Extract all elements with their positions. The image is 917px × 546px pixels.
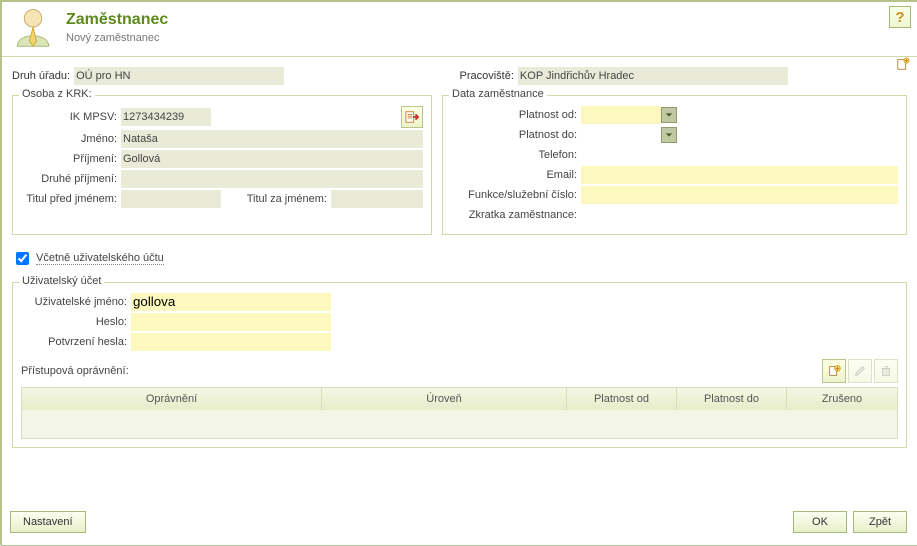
platnost-do-label: Platnost do: (451, 129, 581, 141)
email-input[interactable] (581, 166, 898, 184)
nastaveni-button[interactable]: Nastavení (10, 511, 86, 533)
potvrzeni-hesla-input[interactable] (131, 333, 331, 351)
platnost-do-input[interactable] (581, 126, 661, 144)
ok-button[interactable]: OK (793, 511, 847, 533)
funkce-label: Funkce/služební číslo: (451, 189, 581, 201)
col-opravneni: Oprávnění (22, 388, 322, 410)
col-platnost-do: Platnost do (677, 388, 787, 410)
pracoviste-value: KOP Jindřichův Hradec (518, 67, 788, 85)
platnost-do-dropdown[interactable] (661, 127, 677, 143)
uzivatelsky-ucet-legend: Uživatelský účet (19, 275, 104, 287)
titul-pred-label: Titul před jménem: (21, 193, 121, 205)
heslo-input[interactable] (131, 313, 331, 331)
osoba-krk-group: Osoba z KRK: IK MPSV: 1273434239 Jméno: … (12, 95, 432, 235)
pristup-opravneni-label: Přístupová oprávnění: (21, 365, 129, 377)
perm-delete-button[interactable] (874, 359, 898, 383)
perm-edit-button[interactable] (848, 359, 872, 383)
platnost-od-dropdown[interactable] (661, 107, 677, 123)
jmeno-label: Jméno: (21, 133, 121, 145)
titul-za-label: Titul za jménem: (221, 193, 331, 205)
footer: Nastavení OK Zpět (0, 503, 917, 545)
permissions-table[interactable]: Oprávnění Úroveň Platnost od Platnost do… (21, 387, 898, 439)
prijmeni-label: Příjmení: (21, 153, 121, 165)
platnost-od-label: Platnost od: (451, 109, 581, 121)
uzivatelsky-ucet-group: Uživatelský účet Uživatelské jméno: Hesl… (12, 282, 907, 448)
osoba-krk-legend: Osoba z KRK: (19, 88, 95, 100)
druh-uradu-label: Druh úřadu: (12, 70, 70, 82)
platnost-od-input[interactable] (581, 106, 661, 124)
druh-uradu-value: OÚ pro HN (74, 67, 284, 85)
data-zamestnance-legend: Data zaměstnance (449, 88, 547, 100)
jmeno-value: Nataša (121, 130, 423, 148)
telefon-label: Telefon: (451, 149, 581, 161)
include-account-label[interactable]: Včetně uživatelského účtu (36, 252, 164, 265)
prijmeni-value: Gollová (121, 150, 423, 168)
permissions-header: Oprávnění Úroveň Platnost od Platnost do… (22, 388, 897, 410)
heslo-label: Heslo: (21, 316, 131, 328)
col-platnost-od: Platnost od (567, 388, 677, 410)
include-account-row: Včetně uživatelského účtu (2, 245, 917, 268)
uziv-jmeno-input[interactable] (131, 293, 331, 311)
perm-add-button[interactable] (822, 359, 846, 383)
col-zruseno: Zrušeno (787, 388, 897, 410)
ik-mpsv-value: 1273434239 (121, 108, 211, 126)
druhe-prijmeni-label: Druhé příjmení: (21, 173, 121, 185)
employee-icon (12, 6, 54, 48)
perms-toolbar (822, 359, 898, 383)
page-title: Zaměstnanec (66, 11, 168, 29)
header-text: Zaměstnanec Nový zaměstnanec (66, 11, 168, 44)
new-action-button[interactable] (895, 56, 911, 72)
header: Zaměstnanec Nový zaměstnanec ? (2, 2, 917, 57)
zkratka-input[interactable] (581, 206, 641, 224)
krk-lookup-button[interactable] (401, 106, 423, 128)
help-button[interactable]: ? (889, 6, 911, 28)
topline: Druh úřadu: OÚ pro HN Pracoviště: KOP Ji… (2, 67, 917, 85)
potvrzeni-hesla-label: Potvrzení hesla: (21, 336, 131, 348)
include-account-checkbox[interactable] (16, 252, 29, 265)
druhe-prijmeni-value (121, 170, 423, 188)
uziv-jmeno-label: Uživatelské jméno: (21, 296, 131, 308)
zpet-button[interactable]: Zpět (853, 511, 907, 533)
funkce-input[interactable] (581, 186, 898, 204)
titul-za-value (331, 190, 423, 208)
help-icon: ? (895, 9, 904, 26)
telefon-input[interactable] (581, 146, 711, 164)
page-subtitle: Nový zaměstnanec (66, 32, 168, 44)
email-label: Email: (451, 169, 581, 181)
pracoviste-label: Pracoviště: (460, 70, 514, 82)
data-zamestnance-group: Data zaměstnance Platnost od: Platnost d… (442, 95, 907, 235)
zkratka-label: Zkratka zaměstnance: (451, 209, 581, 221)
ik-mpsv-label: IK MPSV: (21, 111, 121, 123)
col-uroven: Úroveň (322, 388, 567, 410)
titul-pred-value (121, 190, 221, 208)
